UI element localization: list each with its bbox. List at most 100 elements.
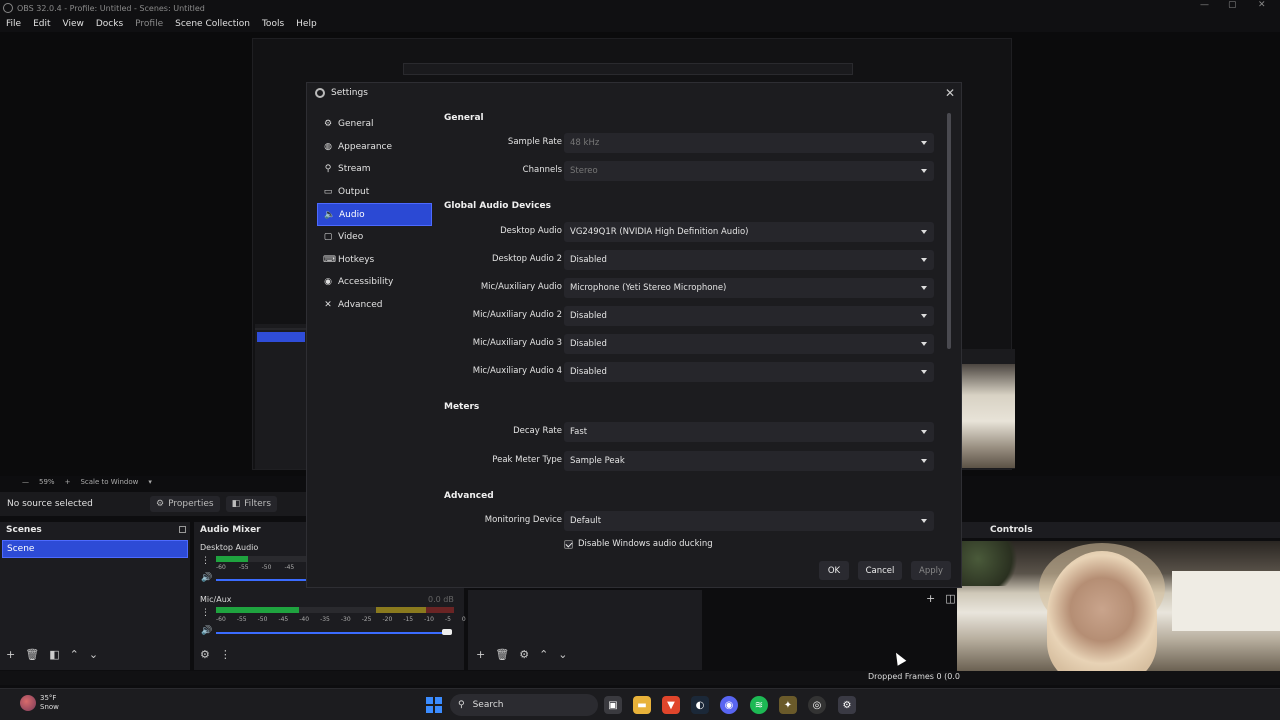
zoom-minus-icon[interactable]: — bbox=[22, 478, 29, 486]
decay-rate-value: Fast bbox=[570, 427, 588, 437]
mini-menubar bbox=[253, 47, 1011, 55]
move-up-icon[interactable]: ⌃ bbox=[70, 648, 79, 661]
chevron-down-icon bbox=[921, 430, 927, 434]
scrollbar-thumb[interactable] bbox=[947, 113, 951, 349]
remove-source-icon[interactable]: 🗑 bbox=[495, 648, 509, 661]
desktop-audio-2-select[interactable]: Disabled bbox=[564, 250, 934, 270]
add-transition-icon[interactable]: + bbox=[926, 592, 935, 605]
move-down-icon[interactable]: ⌄ bbox=[89, 648, 98, 661]
nav-label: Advanced bbox=[338, 300, 383, 311]
properties-button[interactable]: ⚙ Properties bbox=[150, 496, 220, 512]
cancel-button[interactable]: Cancel bbox=[858, 561, 902, 580]
task-view-icon[interactable]: ▣ bbox=[604, 696, 622, 714]
obs-taskbar-icon[interactable]: ◎ bbox=[808, 696, 826, 714]
discord-icon[interactable]: ◉ bbox=[720, 696, 738, 714]
weather-widget[interactable]: 35°F Snow bbox=[20, 694, 59, 712]
nav-item-advanced[interactable]: ✕ Advanced bbox=[317, 294, 432, 317]
settings-gear-icon bbox=[315, 88, 325, 98]
spotify-icon[interactable]: ≋ bbox=[750, 696, 768, 714]
mic-volume-knob[interactable] bbox=[442, 629, 452, 635]
peak-meter-select[interactable]: Sample Peak bbox=[564, 451, 934, 471]
filters-button[interactable]: ◧ Filters bbox=[225, 496, 278, 512]
mic-aux-db: 0.0 dB bbox=[428, 595, 454, 604]
mixer-settings-icon[interactable]: ⚙ bbox=[200, 648, 210, 661]
mic-volume-icon[interactable]: 🔊 bbox=[201, 626, 212, 636]
settings-scrollbar[interactable] bbox=[947, 113, 952, 553]
close-window-icon[interactable]: ✕ bbox=[1258, 0, 1266, 10]
ducking-checkbox[interactable] bbox=[564, 539, 573, 549]
nav-item-hotkeys[interactable]: ⌨ Hotkeys bbox=[317, 249, 432, 272]
source-properties-icon[interactable]: ⚙ bbox=[519, 648, 529, 661]
taskbar-search[interactable]: ⚲ Search bbox=[450, 694, 598, 716]
mic-aux-2-select[interactable]: Disabled bbox=[564, 306, 934, 326]
mic-volume-slider[interactable] bbox=[216, 632, 446, 634]
ducking-row[interactable]: Disable Windows audio ducking bbox=[564, 539, 713, 549]
file-explorer-icon[interactable]: ▬ bbox=[633, 696, 651, 714]
mic-aux-4-select[interactable]: Disabled bbox=[564, 362, 934, 382]
close-icon[interactable]: ✕ bbox=[945, 86, 955, 100]
transition-options-icon[interactable]: ◫ bbox=[945, 592, 955, 605]
nav-item-output[interactable]: ▭ Output bbox=[317, 181, 432, 204]
apply-button[interactable]: Apply bbox=[911, 561, 951, 580]
decay-rate-select[interactable]: Fast bbox=[564, 422, 934, 442]
ok-button[interactable]: OK bbox=[819, 561, 849, 580]
source-down-icon[interactable]: ⌄ bbox=[558, 648, 567, 661]
nav-label: Accessibility bbox=[338, 277, 394, 288]
steam-icon[interactable]: ◐ bbox=[691, 696, 709, 714]
nav-item-stream[interactable]: ⚲ Stream bbox=[317, 158, 432, 181]
source-up-icon[interactable]: ⌃ bbox=[539, 648, 548, 661]
mic-aux-meter bbox=[216, 607, 454, 613]
maximize-icon[interactable]: ▢ bbox=[1228, 0, 1237, 10]
minimize-icon[interactable]: — bbox=[1200, 0, 1209, 10]
desktop-volume-slider[interactable] bbox=[216, 579, 306, 581]
mic-aux-select[interactable]: Microphone (Yeti Stereo Microphone) bbox=[564, 278, 934, 298]
menu-profile[interactable]: Profile bbox=[129, 19, 169, 29]
nav-label: Stream bbox=[338, 164, 371, 175]
menu-file[interactable]: File bbox=[0, 19, 27, 29]
mic-aux-4-row: Mic/Auxiliary Audio 4 Disabled bbox=[440, 362, 938, 382]
windows-start-icon[interactable] bbox=[426, 697, 442, 713]
nav-item-appearance[interactable]: ◍ Appearance bbox=[317, 136, 432, 159]
output-icon: ▭ bbox=[323, 187, 333, 198]
nav-item-general[interactable]: ⚙ General bbox=[317, 113, 432, 136]
mini-scenes-header bbox=[255, 328, 307, 330]
menu-help[interactable]: Help bbox=[290, 19, 323, 29]
brave-browser-icon[interactable]: ▼ bbox=[662, 696, 680, 714]
nav-item-audio[interactable]: 🔈 Audio bbox=[317, 203, 432, 226]
mic-aux-menu-icon[interactable]: ⋮ bbox=[201, 608, 210, 618]
scenes-dock-header: Scenes bbox=[0, 522, 190, 538]
controls-dock-header: Controls bbox=[960, 522, 1280, 538]
nav-item-accessibility[interactable]: ◉ Accessibility bbox=[317, 271, 432, 294]
desktop-audio-level bbox=[216, 556, 248, 562]
desktop-audio-ticks: -60 -55 -50 -45 -40 bbox=[216, 564, 317, 571]
no-source-label: No source selected bbox=[7, 499, 93, 509]
sample-rate-select[interactable]: 48 kHz bbox=[564, 133, 934, 153]
menu-docks[interactable]: Docks bbox=[90, 19, 129, 29]
nav-item-video[interactable]: ▢ Video bbox=[317, 226, 432, 249]
desktop-audio-select[interactable]: VG249Q1R (NVIDIA High Definition Audio) bbox=[564, 222, 934, 242]
zoom-plus-icon[interactable]: + bbox=[65, 478, 71, 486]
menu-edit[interactable]: Edit bbox=[27, 19, 56, 29]
tick: -15 bbox=[403, 616, 414, 623]
scene-list-item[interactable]: Scene bbox=[2, 540, 188, 558]
app-icon[interactable]: ✦ bbox=[779, 696, 797, 714]
menu-tools[interactable]: Tools bbox=[256, 19, 290, 29]
menu-view[interactable]: View bbox=[57, 19, 90, 29]
mixer-menu-icon[interactable]: ⋮ bbox=[220, 648, 231, 661]
scale-dropdown-icon[interactable]: ▾ bbox=[148, 478, 152, 486]
settings-taskbar-icon[interactable]: ⚙ bbox=[838, 696, 856, 714]
undock-icon[interactable] bbox=[179, 526, 186, 533]
zoom-level: 59% bbox=[39, 478, 55, 486]
remove-scene-icon[interactable]: 🗑 bbox=[25, 648, 39, 661]
add-source-icon[interactable]: + bbox=[476, 648, 485, 661]
desktop-volume-icon[interactable]: 🔊 bbox=[201, 573, 212, 583]
desktop-audio-menu-icon[interactable]: ⋮ bbox=[201, 556, 210, 566]
mic-aux-3-select[interactable]: Disabled bbox=[564, 334, 934, 354]
monitoring-device-select[interactable]: Default bbox=[564, 511, 934, 531]
peak-meter-value: Sample Peak bbox=[570, 456, 625, 466]
scene-filters-icon[interactable]: ◧ bbox=[49, 648, 59, 661]
scale-mode[interactable]: Scale to Window bbox=[80, 478, 138, 486]
add-scene-icon[interactable]: + bbox=[6, 648, 15, 661]
menu-scene-collection[interactable]: Scene Collection bbox=[169, 19, 256, 29]
channels-select[interactable]: Stereo bbox=[564, 161, 934, 181]
